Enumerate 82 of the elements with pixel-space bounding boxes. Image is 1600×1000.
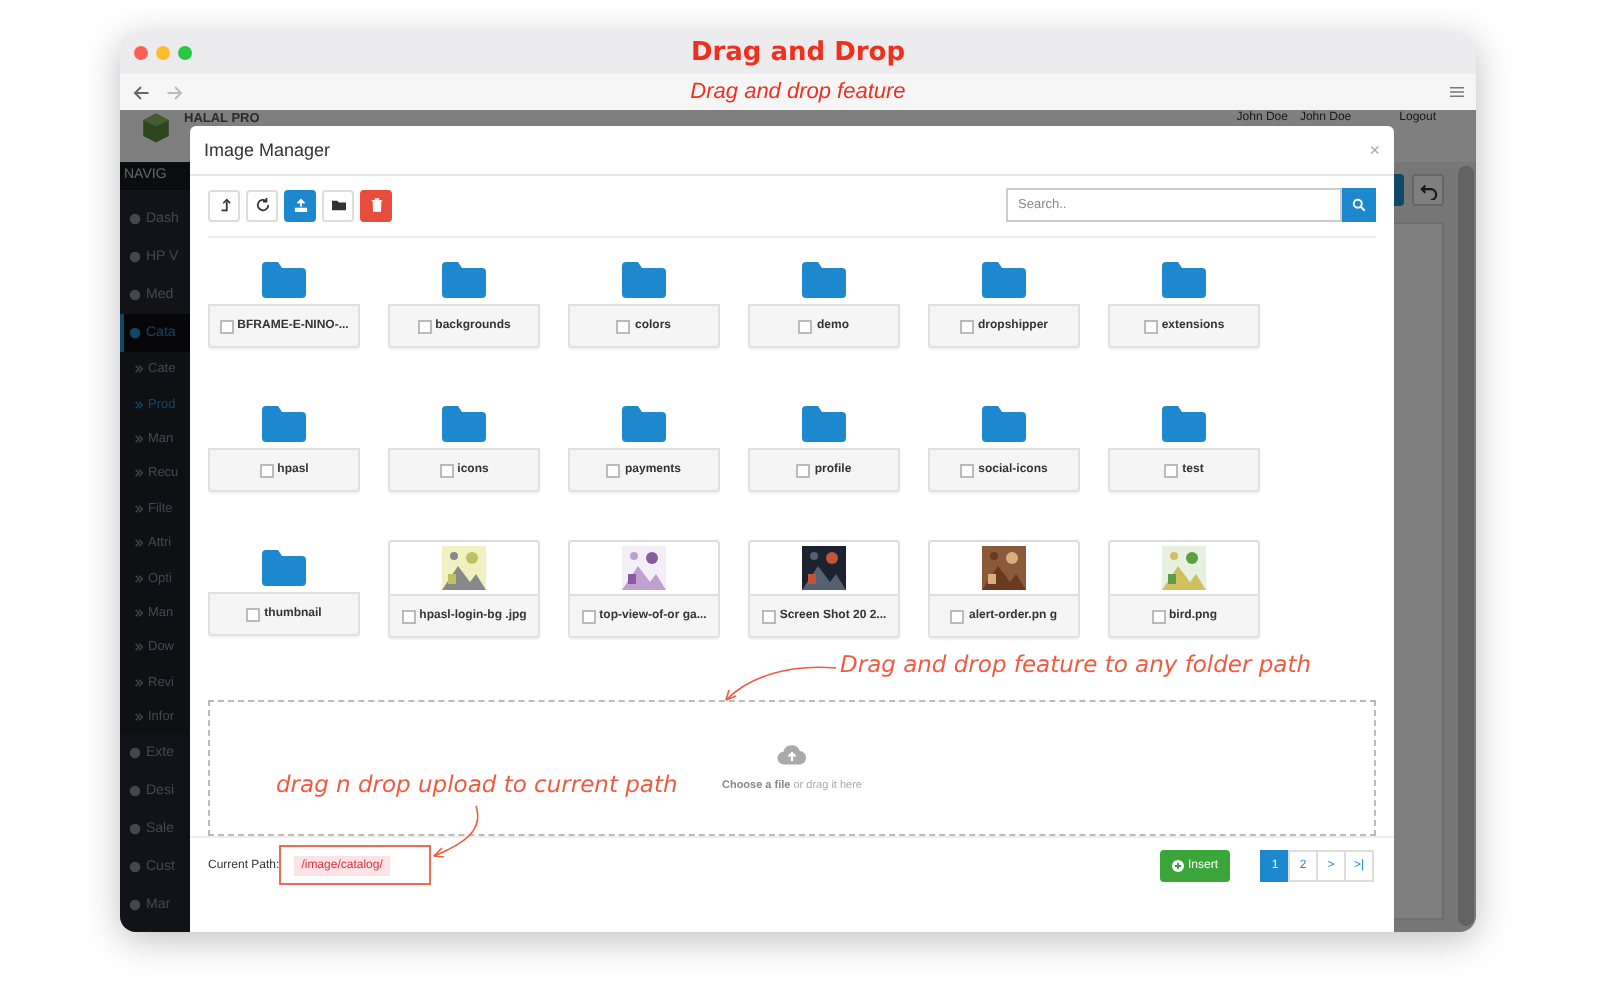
checkbox[interactable] xyxy=(960,463,975,477)
checkbox[interactable] xyxy=(401,609,416,623)
dot-icon xyxy=(128,250,142,264)
chevron-icon xyxy=(134,642,144,653)
folder-icon[interactable] xyxy=(620,404,668,444)
folder-icon[interactable] xyxy=(440,260,488,300)
folder-icon xyxy=(331,198,345,212)
dot-icon xyxy=(128,898,142,913)
folder-icon[interactable] xyxy=(1160,260,1208,300)
checkbox[interactable] xyxy=(950,609,965,623)
folder-icon[interactable] xyxy=(440,404,488,444)
checkbox[interactable] xyxy=(1151,609,1165,623)
folder-icon[interactable] xyxy=(980,404,1028,444)
chevron-icon xyxy=(134,607,144,618)
annotation-arrow xyxy=(433,805,479,858)
folder-icon[interactable] xyxy=(260,548,308,588)
window-title: Drag and Drop xyxy=(690,38,906,68)
close-button[interactable]: × xyxy=(1369,141,1380,159)
search-button[interactable] xyxy=(1342,188,1376,222)
chevron-icon xyxy=(134,364,144,375)
checkbox[interactable] xyxy=(761,609,776,623)
cube-logo-icon xyxy=(140,112,172,144)
chevron-icon xyxy=(134,677,144,688)
dot-icon xyxy=(128,212,142,226)
folder-icon[interactable] xyxy=(620,260,668,300)
delete-button[interactable] xyxy=(360,189,392,221)
scrollbar-thumb[interactable] xyxy=(1458,166,1474,926)
plus-circle-icon xyxy=(1171,860,1184,872)
refresh-icon xyxy=(255,198,269,212)
annotation-arrow xyxy=(725,666,837,701)
upload-button[interactable] xyxy=(284,189,316,221)
refresh-button[interactable] xyxy=(246,189,278,221)
forward-arrow-icon[interactable] xyxy=(166,83,184,101)
back-arrow-icon[interactable] xyxy=(132,83,150,101)
folder-icon[interactable] xyxy=(800,404,848,444)
level-up-icon xyxy=(217,198,231,212)
folder-icon[interactable] xyxy=(260,260,308,300)
chevron-icon xyxy=(134,503,144,514)
checkbox[interactable] xyxy=(219,319,234,333)
undo-button[interactable] xyxy=(1412,174,1444,206)
cloud-upload-icon xyxy=(776,744,808,766)
search-icon xyxy=(1352,198,1366,212)
checkbox[interactable] xyxy=(796,463,811,477)
checkbox[interactable] xyxy=(581,609,596,623)
chevron-icon xyxy=(134,399,144,410)
annotation-text: Drag and drop feature to any folder path xyxy=(840,650,1312,678)
checkbox[interactable] xyxy=(246,607,261,621)
checkbox[interactable] xyxy=(417,319,432,333)
upload-icon xyxy=(293,198,307,212)
dot-icon xyxy=(128,288,142,302)
chevron-icon xyxy=(134,573,144,584)
chevron-icon xyxy=(134,433,144,444)
folder-icon[interactable] xyxy=(800,260,848,300)
page-subtitle: Drag and drop feature xyxy=(690,80,906,104)
checkbox[interactable] xyxy=(1143,319,1158,333)
new-folder-button[interactable] xyxy=(322,189,354,221)
dot-icon xyxy=(128,860,142,875)
chevron-icon xyxy=(134,538,144,549)
parent-folder-button[interactable] xyxy=(208,189,240,221)
dialog-title: Image Manager xyxy=(204,140,331,160)
checkbox[interactable] xyxy=(1164,463,1179,477)
folder-icon[interactable] xyxy=(980,260,1028,300)
checkbox[interactable] xyxy=(439,463,454,477)
checkbox[interactable] xyxy=(616,319,631,333)
close-light[interactable] xyxy=(134,46,148,60)
checkbox[interactable] xyxy=(259,463,274,477)
dot-icon xyxy=(128,822,142,837)
annotation-text: drag n drop upload to current path xyxy=(276,770,678,798)
menu-icon[interactable] xyxy=(1450,86,1464,98)
chevron-icon xyxy=(134,468,144,479)
checkbox[interactable] xyxy=(959,319,974,333)
folder-icon[interactable] xyxy=(1160,404,1208,444)
dot-icon xyxy=(128,326,142,340)
chevron-icon xyxy=(134,712,144,723)
checkbox[interactable] xyxy=(798,319,813,333)
trash-icon xyxy=(369,198,383,212)
dot-icon xyxy=(128,784,142,799)
zoom-light[interactable] xyxy=(178,46,192,60)
checkbox[interactable] xyxy=(606,463,621,477)
folder-icon[interactable] xyxy=(260,404,308,444)
undo-icon xyxy=(1419,181,1437,199)
dot-icon xyxy=(128,746,142,761)
